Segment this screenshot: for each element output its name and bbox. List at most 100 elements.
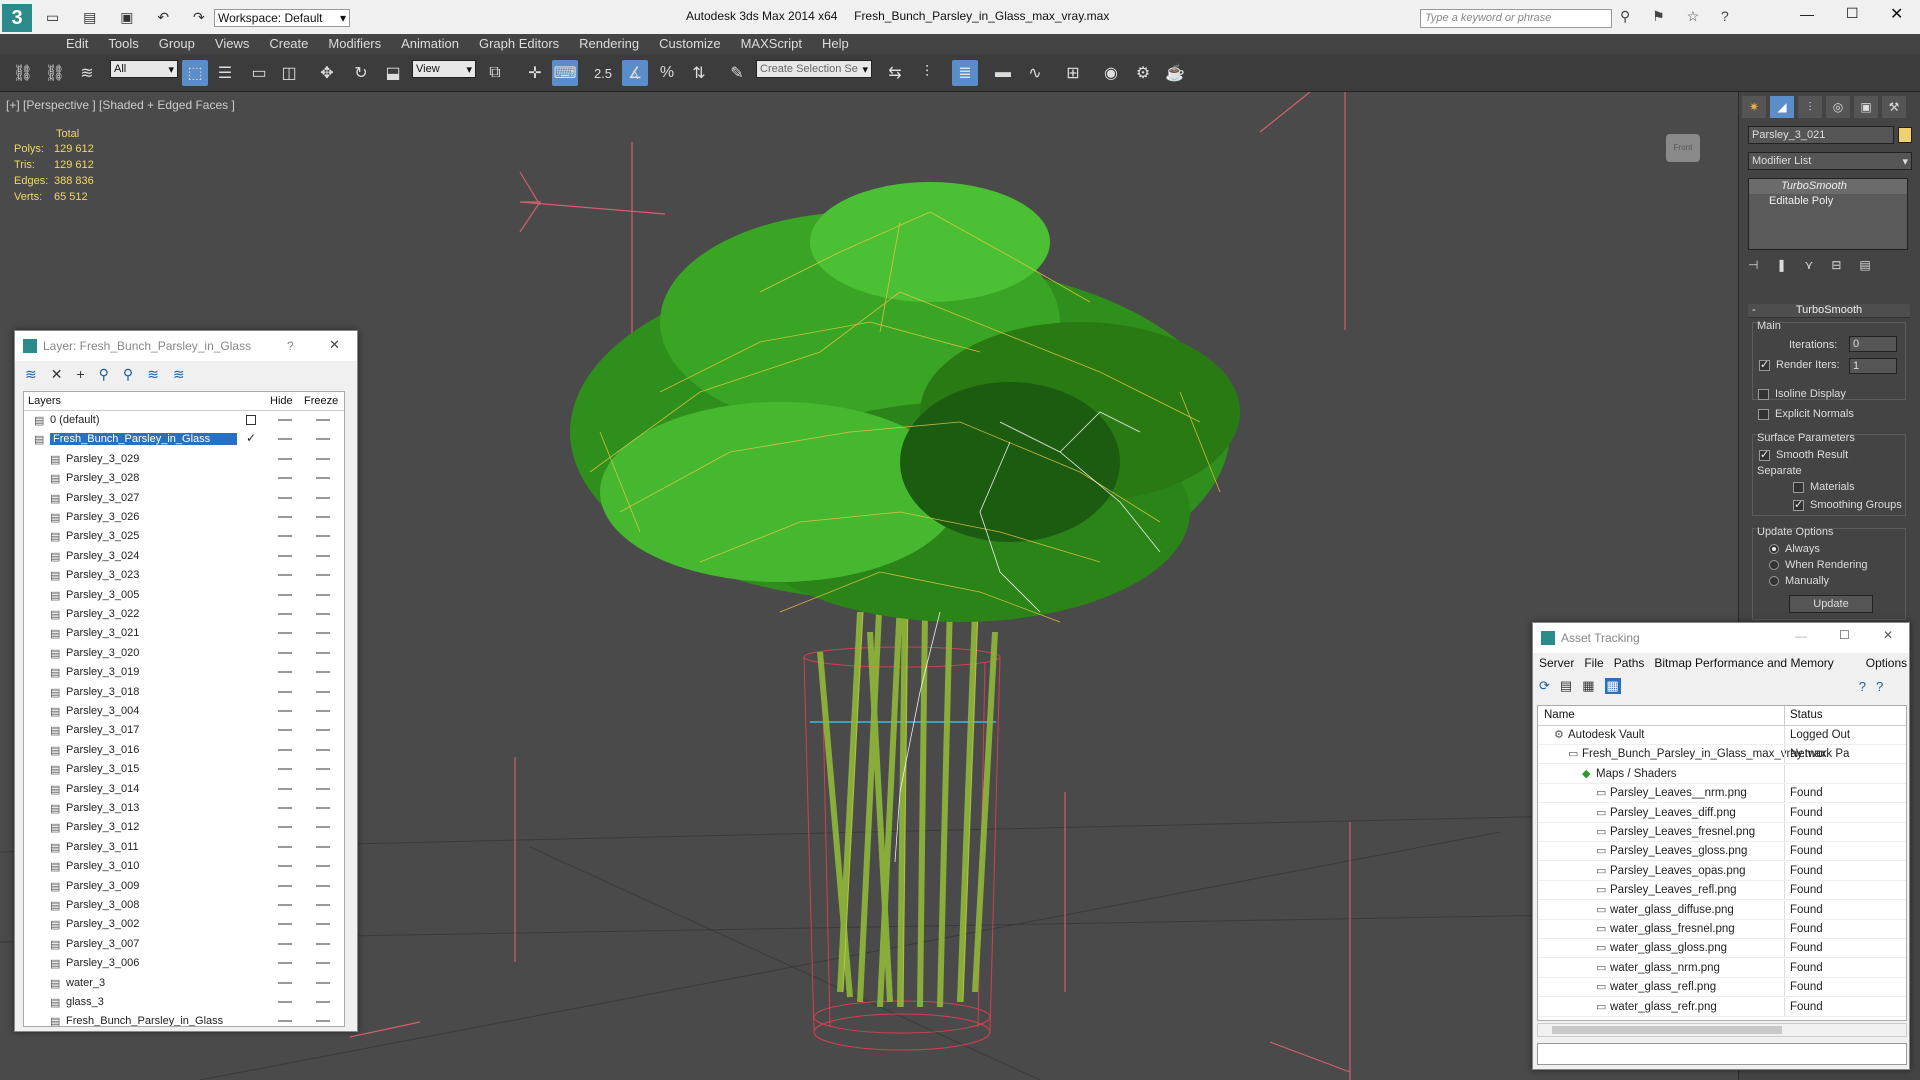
layer-object-row[interactable]: ▤ Parsley_3_017 xyxy=(24,721,344,740)
hide-toggle[interactable] xyxy=(278,729,292,732)
object-name-field[interactable]: Parsley_3_021 xyxy=(1748,126,1894,144)
render-setup-icon[interactable]: ⚙ xyxy=(1130,60,1156,86)
layer-list[interactable]: Layers Hide Freeze ▤ 0 (default) ▤ Fresh_Bu… xyxy=(23,391,345,1027)
layer-object-row[interactable]: ▤ Parsley_3_004 xyxy=(24,702,344,721)
asset-row[interactable]: ▭ Parsley_Leaves_opas.png Found xyxy=(1538,861,1906,881)
hide-toggle[interactable] xyxy=(278,651,292,654)
hide-toggle[interactable] xyxy=(278,671,292,674)
asset-path-field[interactable] xyxy=(1537,1043,1907,1065)
hide-toggle[interactable] xyxy=(278,1020,292,1023)
add-to-layer-icon[interactable]: + xyxy=(76,366,84,382)
layer-object-row[interactable]: ▤ Parsley_3_013 xyxy=(24,799,344,818)
asset-row[interactable]: ▭ Parsley_Leaves_gloss.png Found xyxy=(1538,842,1906,862)
menu-modifiers[interactable]: Modifiers xyxy=(318,34,391,54)
layer-object-row[interactable]: ▤ Parsley_3_008 xyxy=(24,896,344,915)
hide-toggle[interactable] xyxy=(278,845,292,848)
freeze-toggle[interactable] xyxy=(316,729,330,732)
modifier-stack-item-editable-poly[interactable]: Editable Poly xyxy=(1749,194,1907,209)
freeze-toggle[interactable] xyxy=(316,787,330,790)
smooth-result-checkbox[interactable] xyxy=(1759,448,1770,461)
col-status[interactable]: Status xyxy=(1790,709,1823,721)
highlight-selected-icon[interactable]: ⚲ xyxy=(123,366,133,383)
create-layer-icon[interactable]: ≋ xyxy=(25,366,37,383)
menu-group[interactable]: Group xyxy=(149,34,205,54)
freeze-toggle[interactable] xyxy=(316,904,330,906)
freeze-toggle[interactable] xyxy=(316,845,330,848)
layer-object-row[interactable]: ▤ Parsley_3_028 xyxy=(24,469,344,488)
render-iters-checkbox[interactable] xyxy=(1759,358,1770,371)
freeze-toggle[interactable] xyxy=(316,477,330,480)
layer-object-row[interactable]: ▤ Parsley_3_029 xyxy=(24,450,344,469)
asset-menu-options[interactable]: Options xyxy=(1866,653,1907,673)
table-view-icon[interactable]: ▦ xyxy=(1582,678,1594,694)
refresh-icon[interactable]: ⟳ xyxy=(1539,678,1550,694)
hide-toggle[interactable] xyxy=(278,690,292,693)
layer-object-row[interactable]: ▤ Parsley_3_014 xyxy=(24,780,344,799)
window-crossing-icon[interactable]: ◫ xyxy=(276,60,302,86)
minimize-button[interactable]: — xyxy=(1800,6,1814,22)
graphite-ribbon-icon[interactable]: ▬ xyxy=(990,60,1016,86)
hide-toggle[interactable] xyxy=(278,496,292,499)
always-row[interactable]: Always xyxy=(1769,543,1820,555)
delete-layer-icon[interactable]: ✕ xyxy=(51,366,63,383)
layer-object-row[interactable]: ▤ Parsley_3_027 xyxy=(24,489,344,508)
isoline-row[interactable]: Isoline Display xyxy=(1758,388,1846,400)
layer-object-row[interactable]: ▤ Parsley_3_006 xyxy=(24,954,344,973)
modifier-stack[interactable]: TurboSmooth Editable Poly xyxy=(1748,178,1908,250)
update-button[interactable]: Update xyxy=(1789,595,1873,613)
keyboard-shortcut-override-icon[interactable]: ⌨ xyxy=(552,60,578,86)
layer-object-row[interactable]: ▤ Fresh_Bunch_Parsley_in_Glass xyxy=(24,1012,344,1026)
mirror-icon[interactable]: ⇆ xyxy=(882,60,908,86)
render-iters-spinner[interactable]: 1 xyxy=(1849,358,1897,374)
hide-toggle[interactable] xyxy=(278,710,292,712)
menu-views[interactable]: Views xyxy=(205,34,259,54)
freeze-toggle[interactable] xyxy=(316,613,330,615)
manually-radio[interactable] xyxy=(1769,576,1779,587)
asset-row[interactable]: ▭ Parsley_Leaves__nrm.png Found xyxy=(1538,784,1906,804)
hide-toggle[interactable] xyxy=(278,613,292,615)
layer-object-row[interactable]: ▤ Parsley_3_002 xyxy=(24,915,344,934)
pivot-center-icon[interactable]: ⧉ xyxy=(482,60,508,86)
asset-row[interactable]: ⚙ Autodesk Vault Logged Out xyxy=(1538,726,1906,745)
modifier-stack-item-turbosmooth[interactable]: TurboSmooth xyxy=(1749,179,1907,194)
hide-toggle[interactable] xyxy=(278,768,292,771)
select-in-layer-icon[interactable]: ⚲ xyxy=(99,366,109,383)
curve-editor-icon[interactable]: ∿ xyxy=(1022,60,1048,86)
col-name[interactable]: Name xyxy=(1544,709,1575,721)
hide-toggle[interactable] xyxy=(278,748,292,751)
hide-toggle[interactable] xyxy=(278,787,292,790)
asset-grid[interactable]: Name Status ⚙ Autodesk Vault Logged Out ▭ Fr… xyxy=(1537,705,1907,1021)
percent-snap-icon[interactable]: % xyxy=(654,60,680,86)
close-button[interactable]: ✕ xyxy=(1890,4,1903,24)
explicit-normals-checkbox[interactable] xyxy=(1758,408,1769,420)
freeze-toggle[interactable] xyxy=(316,438,330,441)
smoothing-groups-row[interactable]: Smoothing Groups xyxy=(1793,498,1902,511)
align-icon[interactable]: ⫶ xyxy=(914,60,940,86)
layer-object-row[interactable]: ▤ water_3 xyxy=(24,974,344,993)
snap-toggle-icon[interactable]: 2.5 xyxy=(590,60,616,86)
menu-customize[interactable]: Customize xyxy=(649,34,730,54)
select-by-name-icon[interactable]: ☰ xyxy=(212,60,238,86)
hide-toggle[interactable] xyxy=(278,593,292,596)
object-color-swatch[interactable] xyxy=(1898,127,1912,143)
menu-graph-editors[interactable]: Graph Editors xyxy=(469,34,569,54)
viewcube[interactable]: Front xyxy=(1666,134,1700,162)
help-icon[interactable]: ? xyxy=(1859,679,1866,694)
modifier-list-dropdown[interactable]: Modifier List ▾ xyxy=(1748,152,1912,170)
scale-icon[interactable]: ⬓ xyxy=(380,60,406,86)
freeze-toggle[interactable] xyxy=(316,962,330,965)
freeze-toggle[interactable] xyxy=(316,457,330,460)
hide-toggle[interactable] xyxy=(278,981,292,984)
rotate-icon[interactable]: ↻ xyxy=(348,60,374,86)
freeze-toggle[interactable] xyxy=(316,865,330,868)
layer-object-row[interactable]: ▤ Parsley_3_018 xyxy=(24,683,344,702)
angle-snap-icon[interactable]: ∡ xyxy=(622,60,648,86)
when-rendering-radio[interactable] xyxy=(1769,560,1779,571)
asset-hscroll[interactable] xyxy=(1537,1023,1907,1037)
layer-object-row[interactable]: ▤ Parsley_3_011 xyxy=(24,838,344,857)
freeze-toggle[interactable] xyxy=(316,1020,330,1023)
help-button[interactable]: ? xyxy=(287,339,294,353)
layer-object-row[interactable]: ▤ Parsley_3_010 xyxy=(24,857,344,876)
smoothing-groups-checkbox[interactable] xyxy=(1793,498,1804,511)
layer-object-row[interactable]: ▤ glass_3 xyxy=(24,993,344,1012)
